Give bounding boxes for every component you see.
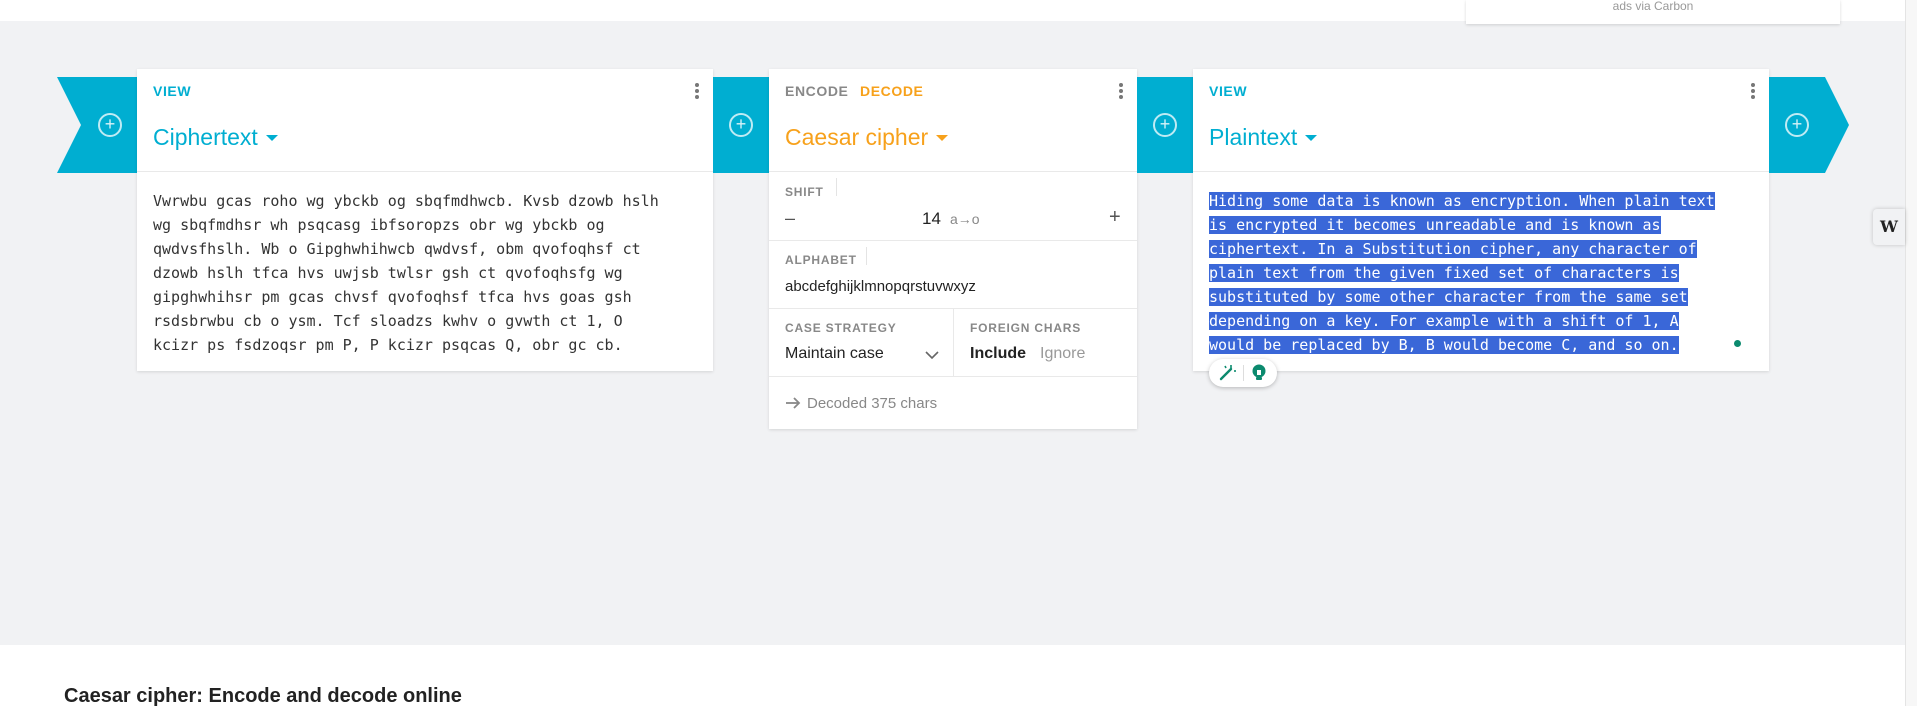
foreign-chars-setting: FOREIGN CHARS Include Ignore bbox=[954, 309, 1137, 377]
case-strategy-value: Maintain case bbox=[785, 345, 884, 362]
card-title-dropdown[interactable]: Plaintext bbox=[1209, 124, 1318, 151]
add-circle-icon[interactable]: + bbox=[1153, 113, 1177, 137]
card-title: Caesar cipher bbox=[785, 124, 929, 150]
grammar-status-dot bbox=[1734, 340, 1741, 347]
more-vert-icon[interactable] bbox=[1751, 83, 1755, 101]
card-title: Plaintext bbox=[1209, 124, 1298, 150]
side-widget-letter: W bbox=[1880, 217, 1898, 236]
add-circle-icon[interactable]: + bbox=[1785, 113, 1809, 137]
ciphertext-line: Vwrwbu gcas roho wg ybckb og sbqfmdhwcb.… bbox=[153, 192, 659, 210]
shift-label: SHIFT bbox=[785, 185, 824, 199]
plaintext-line-selected: Hiding some data is known as encryption.… bbox=[1209, 192, 1715, 210]
operation-status: Decoded 375 chars bbox=[785, 395, 937, 412]
caret-down-icon bbox=[265, 135, 278, 141]
card-title-dropdown[interactable]: Caesar cipher bbox=[785, 124, 949, 151]
plaintext-line-selected: would be replaced by B, B would become C… bbox=[1209, 336, 1679, 354]
case-strategy-label: CASE STRATEGY bbox=[785, 321, 897, 335]
alphabet-label: ALPHABET bbox=[785, 253, 857, 267]
plaintext-line-selected: plain text from the given fixed set of c… bbox=[1209, 264, 1679, 282]
add-circle-icon[interactable]: + bbox=[729, 113, 753, 137]
plaintext-line-selected: substituted by some other character from… bbox=[1209, 288, 1688, 306]
foreign-include-option[interactable]: Include bbox=[970, 345, 1026, 363]
case-strategy-select[interactable]: Maintain case bbox=[785, 345, 939, 363]
shift-decrement-button[interactable]: – bbox=[785, 208, 795, 229]
card-header: VIEW Plaintext bbox=[1193, 69, 1769, 172]
ciphertext-line: gipghwhihsr pm gcas chvsf qvofoqhsf tfca… bbox=[153, 288, 632, 306]
caesar-cipher-card: ENCODE DECODE Caesar cipher SHIFT – 14 a… bbox=[769, 69, 1137, 429]
ciphertext-line: dzowb hslh tfca hvs uwjsb twlsr gsh ct q… bbox=[153, 264, 623, 282]
label-divider bbox=[866, 247, 867, 265]
side-widget-button[interactable]: W bbox=[1873, 209, 1905, 245]
foreign-chars-label: FOREIGN CHARS bbox=[970, 321, 1082, 335]
ciphertext-area[interactable]: Vwrwbu gcas roho wg ybckb og sbqfmdhwcb.… bbox=[153, 189, 659, 357]
ciphertext-line: wg sbqfmdhsr wh psqcasg ibfsoropzs obr w… bbox=[153, 216, 605, 234]
status-text: Decoded 375 chars bbox=[807, 395, 938, 412]
ad-caption: ads via Carbon bbox=[1612, 0, 1694, 13]
add-step-connector-end[interactable] bbox=[1769, 77, 1849, 173]
shift-increment-button[interactable]: + bbox=[1109, 206, 1121, 229]
lightbulb-icon[interactable] bbox=[1249, 363, 1269, 383]
section-heading: Caesar cipher: Encode and decode online bbox=[64, 685, 462, 707]
add-step-connector-start[interactable] bbox=[57, 77, 137, 173]
ciphertext-line: qwdvsfhslh. Wb o Gipghwhihwcb qwdvsf, ob… bbox=[153, 240, 641, 258]
alphabet-setting: ALPHABET abcdefghijklmnopqrstuvwxyz bbox=[769, 241, 1137, 309]
case-strategy-setting: CASE STRATEGY Maintain case bbox=[769, 309, 954, 377]
chevron-down-icon bbox=[925, 351, 939, 360]
more-vert-icon[interactable] bbox=[695, 83, 699, 101]
card-title: Ciphertext bbox=[153, 124, 258, 150]
card-kind-label: VIEW bbox=[153, 83, 192, 99]
ciphertext-line: rsdsbrwbu cb o ysm. Tcf sloadzs kwhv o g… bbox=[153, 312, 623, 330]
shift-value[interactable]: 14 bbox=[922, 209, 941, 229]
card-kind-label: VIEW bbox=[1209, 83, 1248, 99]
tab-decode[interactable]: DECODE bbox=[860, 83, 924, 99]
foreign-ignore-option[interactable]: Ignore bbox=[1040, 345, 1085, 363]
alphabet-input[interactable]: abcdefghijklmnopqrstuvwxyz bbox=[785, 278, 976, 295]
carbon-ad[interactable]: ads via Carbon bbox=[1466, 0, 1840, 24]
label-divider bbox=[836, 178, 837, 196]
toolbar-divider bbox=[1243, 365, 1244, 381]
plaintext-line-selected: depending on a key. For example with a s… bbox=[1209, 312, 1679, 330]
ciphertext-line: kcizr ps fsdzoqsr pm P, P kcizr psqcas Q… bbox=[153, 336, 623, 354]
magic-wand-icon[interactable] bbox=[1217, 363, 1237, 383]
plaintext-card: VIEW Plaintext Hiding some data is known… bbox=[1193, 69, 1769, 371]
card-title-dropdown[interactable]: Ciphertext bbox=[153, 124, 278, 151]
shift-hint: a→o bbox=[950, 211, 980, 227]
selection-toolbar bbox=[1209, 359, 1277, 387]
plaintext-area[interactable]: Hiding some data is known as encryption.… bbox=[1209, 189, 1715, 357]
page-scrollbar[interactable] bbox=[1905, 0, 1917, 706]
card-header: ENCODE DECODE Caesar cipher bbox=[769, 69, 1137, 172]
add-circle-icon[interactable]: + bbox=[98, 113, 122, 137]
caret-down-icon bbox=[936, 135, 949, 141]
shift-setting: SHIFT – 14 a→o + bbox=[769, 172, 1137, 241]
plaintext-line-selected: ciphertext. In a Substitution cipher, an… bbox=[1209, 240, 1697, 258]
arrow-right-icon bbox=[786, 397, 801, 409]
more-vert-icon[interactable] bbox=[1119, 83, 1123, 101]
card-header: VIEW Ciphertext bbox=[137, 69, 713, 172]
ciphertext-card: VIEW Ciphertext Vwrwbu gcas roho wg ybck… bbox=[137, 69, 713, 371]
tab-encode[interactable]: ENCODE bbox=[785, 83, 849, 99]
plaintext-line-selected: is encrypted it becomes unreadable and i… bbox=[1209, 216, 1661, 234]
caret-down-icon bbox=[1305, 135, 1318, 141]
